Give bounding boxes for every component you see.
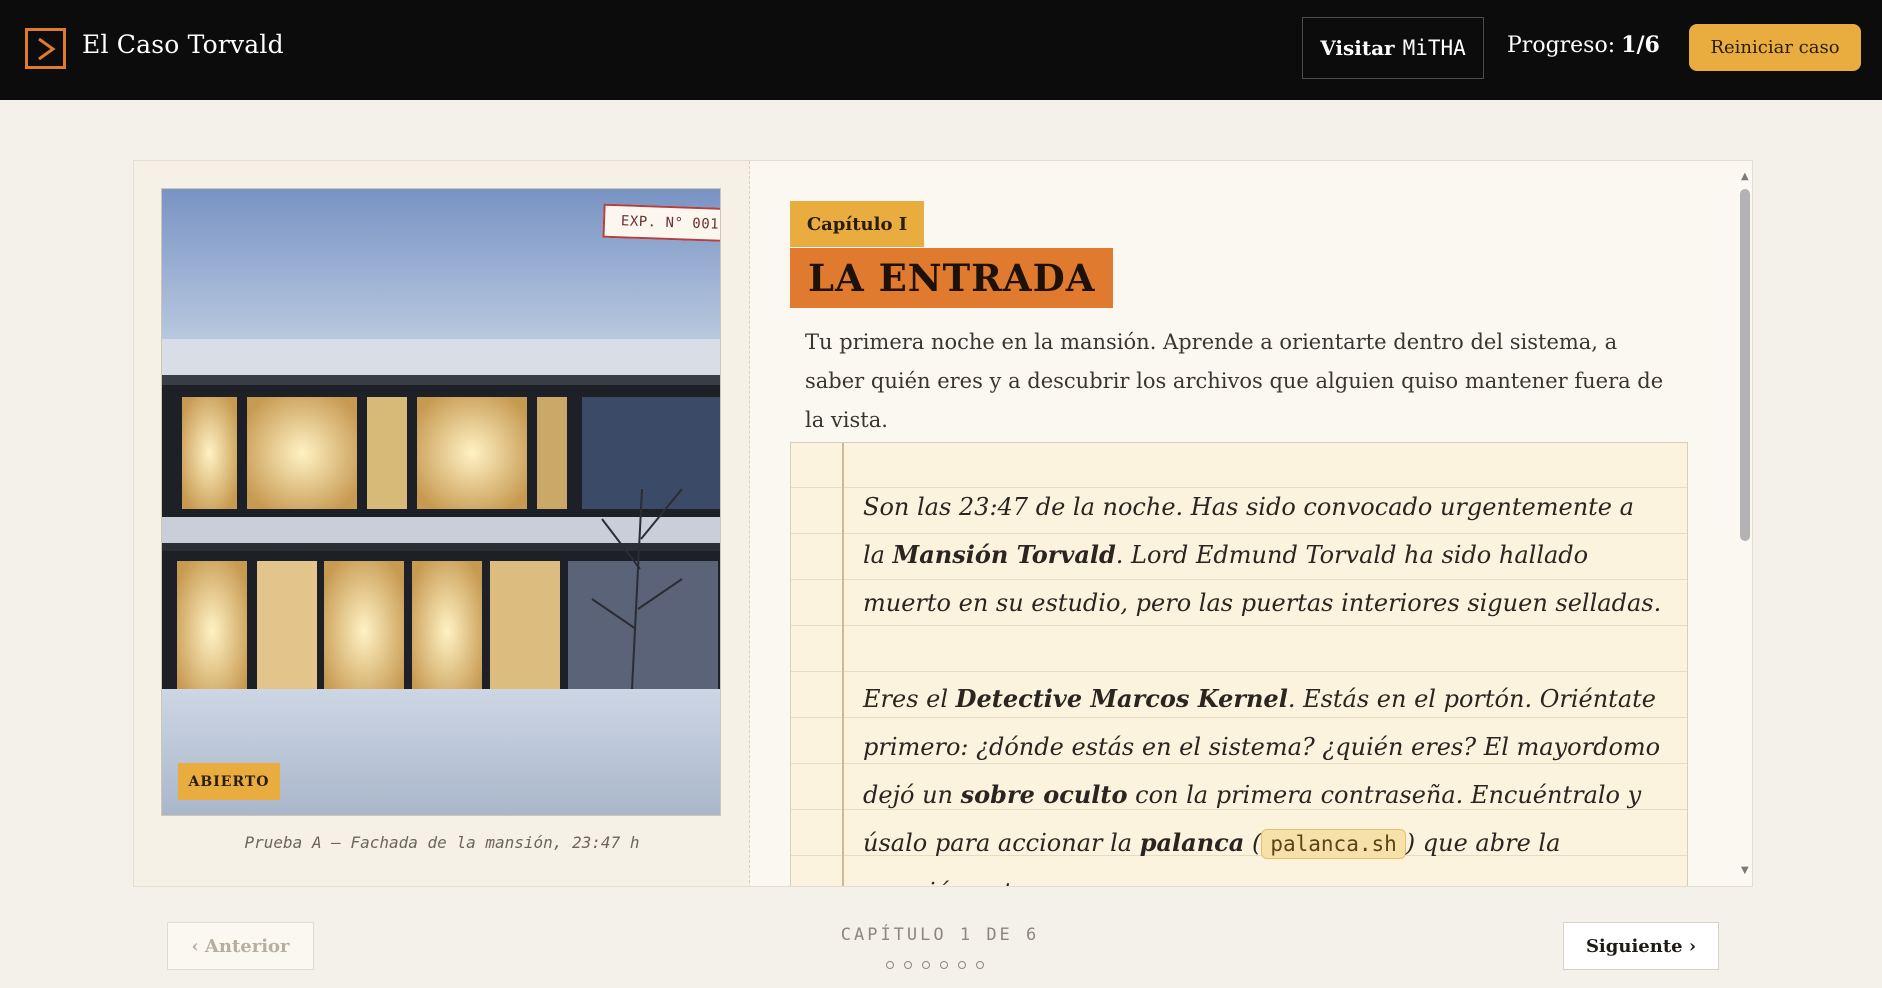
- chapter-dot-3[interactable]: [922, 961, 930, 969]
- scroll-down-arrow-icon[interactable]: ▼: [1741, 865, 1749, 876]
- chapter-dot-2[interactable]: [904, 961, 912, 969]
- visit-mitha-button[interactable]: Visitar MiTHA: [1302, 17, 1484, 79]
- progress-value: 1/6: [1621, 32, 1660, 58]
- mitha-brand-label: MiTHA: [1402, 36, 1466, 60]
- story-paragraph: Son las 23:47 de la noche. Has sido conv…: [863, 483, 1663, 627]
- app-title[interactable]: El Caso Torvald: [82, 30, 284, 59]
- mansion-photo-illustration: [162, 189, 720, 815]
- top-bar: El Caso Torvald Visitar MiTHA Progreso: 1…: [0, 0, 1882, 100]
- chapter-dot-4[interactable]: [940, 961, 948, 969]
- chapter-title: LA ENTRADA: [790, 248, 1114, 308]
- content-scrollbar[interactable]: ▲ ▼: [1738, 165, 1752, 883]
- mansion-facade-photo: EXP. N° 001 ABIERTO: [161, 188, 721, 816]
- progress-indicator: Progreso: 1/6: [1507, 32, 1660, 58]
- chapter-content: Capítulo I LA ENTRADA Tu primera noche e…: [750, 161, 1752, 886]
- reset-case-button[interactable]: Reiniciar caso: [1689, 24, 1861, 71]
- chapter-intro: Tu primera noche en la mansión. Aprende …: [805, 330, 1664, 432]
- chapter-tag: Capítulo I: [790, 201, 924, 247]
- next-chapter-button[interactable]: Siguiente ›: [1563, 922, 1719, 970]
- chapter-counter: CAPÍTULO 1 DE 6: [840, 925, 1040, 945]
- story-text-segment: (: [1244, 829, 1262, 857]
- hidden-envelope-term: sobre oculto: [960, 780, 1128, 809]
- scroll-up-arrow-icon[interactable]: ▲: [1741, 171, 1749, 182]
- case-file-tag: EXP. N° 001: [602, 203, 720, 243]
- chapter-dot-5[interactable]: [958, 961, 966, 969]
- progress-label: Progreso:: [1507, 33, 1616, 58]
- lever-script-code: palanca.sh: [1261, 829, 1406, 859]
- chapter-dots: [886, 961, 984, 969]
- notebook-margin-line: [842, 443, 844, 886]
- scroll-thumb[interactable]: [1740, 189, 1750, 541]
- story-paragraph: Eres el Detective Marcos Kernel. Estás e…: [863, 675, 1663, 886]
- mansion-name: Mansión Torvald: [892, 540, 1116, 569]
- chapter-dot-6[interactable]: [976, 961, 984, 969]
- story-notebook: Son las 23:47 de la noche. Has sido conv…: [790, 442, 1688, 886]
- chapter-dot-1[interactable]: [886, 961, 894, 969]
- terminal-logo-icon[interactable]: [25, 28, 66, 69]
- detective-name: Detective Marcos Kernel: [955, 684, 1288, 713]
- evidence-panel: EXP. N° 001 ABIERTO Prueba A — Fachada d…: [134, 161, 750, 886]
- chapter-card: EXP. N° 001 ABIERTO Prueba A — Fachada d…: [133, 160, 1753, 887]
- visit-label: Visitar: [1320, 36, 1395, 60]
- story-text-segment: Eres el: [863, 685, 956, 713]
- story-text: Son las 23:47 de la noche. Has sido conv…: [863, 483, 1663, 886]
- previous-chapter-button[interactable]: ‹ Anterior: [167, 922, 314, 970]
- chevron-right-icon: [37, 37, 56, 60]
- photo-caption: Prueba A — Fachada de la mansión, 23:47 …: [244, 833, 640, 852]
- lever-term: palanca: [1139, 828, 1245, 857]
- case-status-badge: ABIERTO: [178, 763, 280, 800]
